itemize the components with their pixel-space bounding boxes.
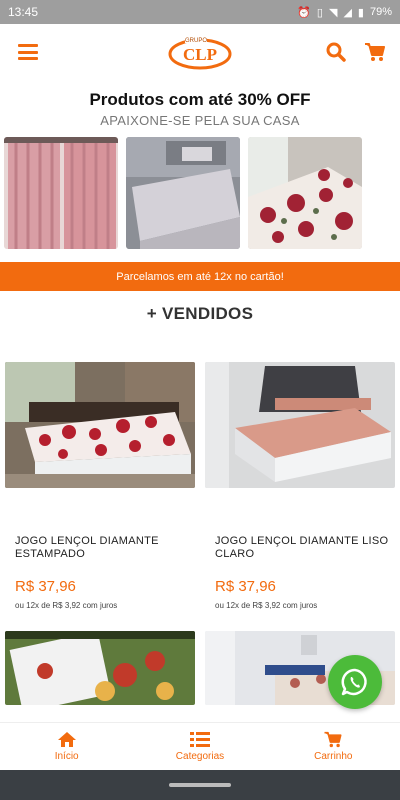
product-card[interactable]: JOGO LENÇOL DIAMANTE LISO CLARO R$ 37,96… xyxy=(205,362,395,632)
nav-item-categories[interactable]: Categorias xyxy=(150,731,250,762)
system-gesture-bar xyxy=(0,770,400,800)
home-gesture-handle[interactable] xyxy=(169,783,231,787)
vibrate-icon: ▯ xyxy=(316,6,323,19)
nav-label-categories: Categorias xyxy=(175,751,225,762)
banner-floral-bed[interactable] xyxy=(248,137,362,249)
home-icon xyxy=(57,732,76,747)
signal-icon: ◢ xyxy=(343,6,352,19)
nav-label-home: Início xyxy=(54,751,79,762)
status-time: 13:45 xyxy=(8,5,39,19)
list-icon xyxy=(189,732,210,747)
hamburger-menu-icon[interactable] xyxy=(18,44,38,60)
svg-text:GRUPO: GRUPO xyxy=(185,38,207,44)
battery-icon: ▮ xyxy=(357,6,364,19)
product-name[interactable]: JOGO LENÇOL DIAMANTE LISO CLARO xyxy=(205,535,395,561)
product-name[interactable]: JOGO LENÇOL DIAMANTE ESTAMPADO xyxy=(5,535,195,561)
whatsapp-button[interactable] xyxy=(328,655,382,709)
battery-level: 79% xyxy=(369,6,392,18)
nav-item-cart[interactable]: Carrinho xyxy=(283,731,383,762)
cart-icon xyxy=(324,731,342,748)
section-title: + VENDIDOS xyxy=(146,304,254,323)
wifi-icon: ◥ xyxy=(328,6,338,19)
product-image[interactable] xyxy=(205,362,395,488)
cart-icon[interactable] xyxy=(364,42,386,62)
svg-text:CLP: CLP xyxy=(183,45,217,64)
nav-label-cart: Carrinho xyxy=(314,751,353,762)
banner-curtains[interactable] xyxy=(4,137,118,249)
banner-plain-bed[interactable] xyxy=(126,137,240,249)
product-price: R$ 37,96 xyxy=(15,578,76,595)
product-price: R$ 37,96 xyxy=(215,578,276,595)
category-banners xyxy=(0,137,400,251)
nav-item-home[interactable]: Início xyxy=(17,731,117,762)
installments-notice-bar: Parcelamos em até 12x no cartão! xyxy=(0,262,400,291)
promo-title: Produtos com até 30% OFF xyxy=(89,90,311,109)
product-grid: JOGO LENÇOL DIAMANTE ESTAMPADO R$ 37,96 … xyxy=(0,362,400,632)
status-bar: 13:45 ⏰ ▯ ◥ ◢ ▮ 79% xyxy=(0,0,400,24)
whatsapp-icon xyxy=(341,668,367,696)
product-installments: ou 12x de R$ 3,92 com juros xyxy=(215,601,318,610)
bottom-navigation: Início Categorias Carrinho xyxy=(0,722,400,770)
product-installments: ou 12x de R$ 3,92 com juros xyxy=(15,601,118,610)
promo-subtitle: APAIXONE-SE PELA SUA CASA xyxy=(100,113,300,128)
grupo-clp-logo[interactable]: CLP GRUPO xyxy=(168,33,232,71)
alarm-icon: ⏰ xyxy=(297,6,311,19)
product-card[interactable]: JOGO LENÇOL DIAMANTE ESTAMPADO R$ 37,96 … xyxy=(5,362,195,632)
product-image[interactable] xyxy=(5,631,195,705)
search-icon[interactable] xyxy=(326,42,346,62)
product-image[interactable] xyxy=(5,362,195,488)
